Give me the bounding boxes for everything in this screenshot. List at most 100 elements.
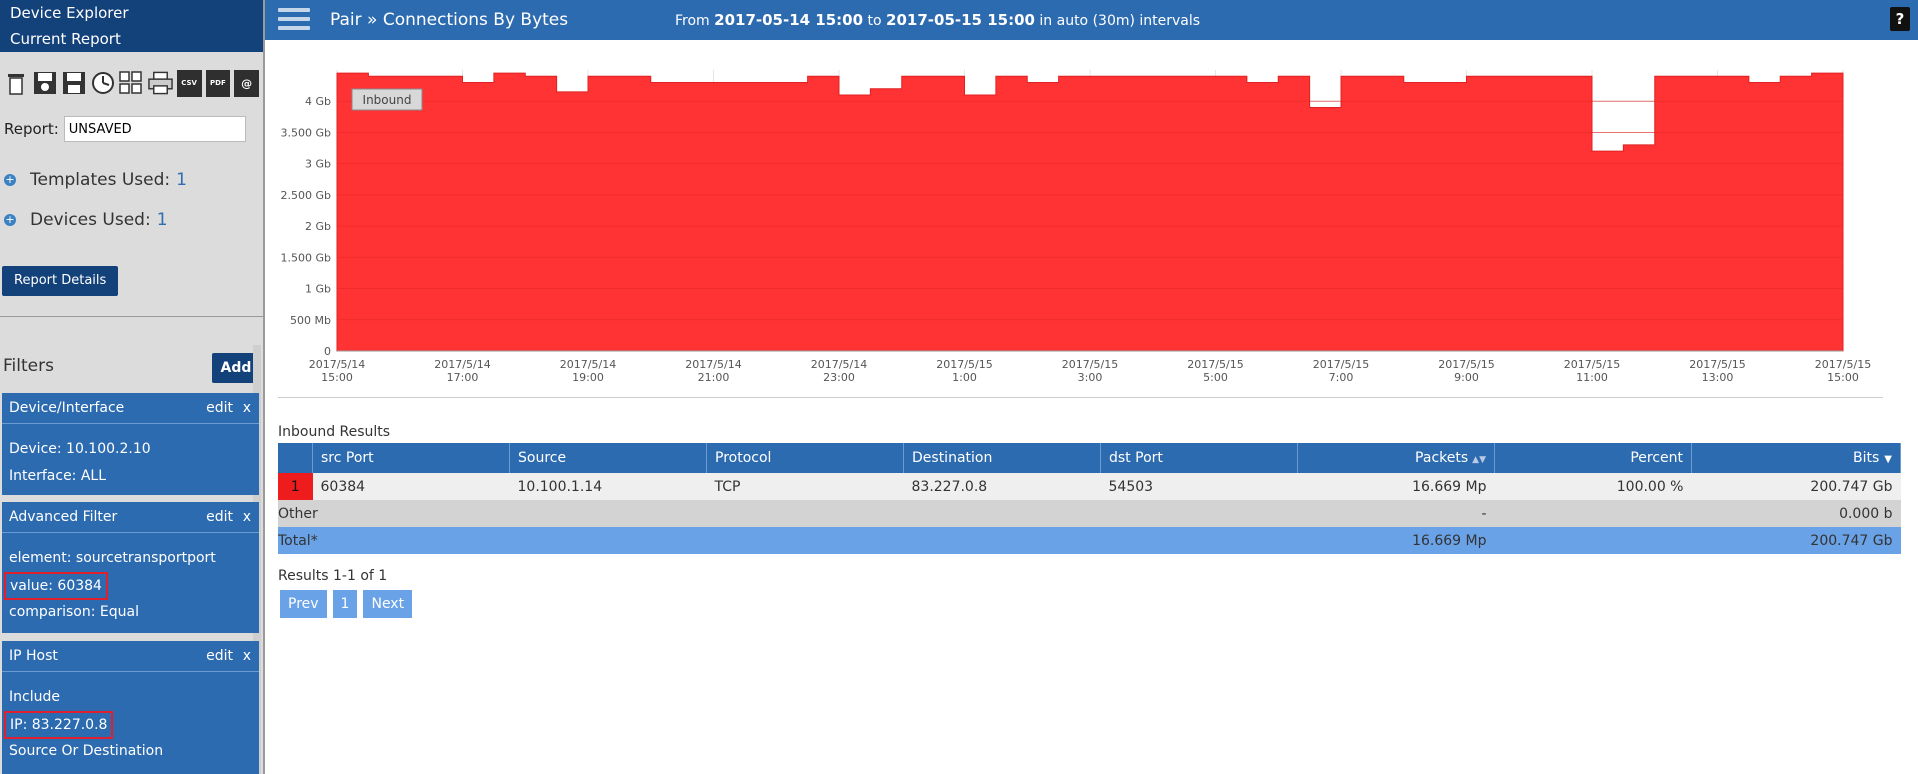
rank-column-header bbox=[278, 443, 313, 473]
main-header: Pair » Connections By Bytes From 2017-05… bbox=[265, 0, 1918, 40]
filter-line: Source Or Destination bbox=[9, 743, 164, 759]
filter-line-highlighted: value: 60384 bbox=[4, 572, 108, 600]
column-header-destination[interactable]: Destination bbox=[903, 443, 1101, 473]
y-tick-label: 2.500 Gb bbox=[281, 189, 332, 202]
other-label: Other bbox=[278, 500, 1298, 527]
column-header-packets[interactable]: Packets ▲▼ bbox=[1297, 443, 1495, 473]
floppy-save-icon[interactable] bbox=[62, 70, 87, 97]
y-tick-label: 500 Mb bbox=[290, 314, 331, 327]
filter-device-interface: Device/Interface edit x Device: 10.100.2… bbox=[2, 393, 259, 495]
filter-remove-button[interactable]: x bbox=[243, 502, 251, 532]
x-tick-label: 5:00 bbox=[1203, 371, 1228, 384]
email-icon[interactable]: @ bbox=[234, 69, 259, 97]
devices-used-row[interactable]: + Devices Used: 1 bbox=[4, 210, 263, 230]
filter-edit-link[interactable]: edit bbox=[206, 393, 233, 423]
other-packets: - bbox=[1297, 500, 1495, 527]
filter-line: Interface: ALL bbox=[9, 468, 107, 484]
cell-protocol[interactable]: TCP bbox=[706, 473, 904, 500]
column-header-bits[interactable]: Bits ▼ bbox=[1691, 443, 1901, 473]
csv-icon[interactable]: CSV bbox=[176, 69, 202, 97]
table-header-row: src Port Source Protocol Destination dst… bbox=[278, 443, 1901, 473]
results-table: src Port Source Protocol Destination dst… bbox=[278, 443, 1901, 554]
report-toolbar: CSV PDF @ bbox=[0, 62, 263, 104]
time-range[interactable]: From 2017-05-14 15:00 to 2017-05-15 15:0… bbox=[675, 0, 1200, 41]
filter-title: Advanced Filter bbox=[9, 509, 118, 525]
y-tick-label: 1 Gb bbox=[305, 283, 331, 296]
inbound-series-area bbox=[336, 72, 1844, 352]
x-tick-label: 2017/5/14 bbox=[685, 358, 741, 371]
next-page-button[interactable]: Next bbox=[363, 590, 413, 618]
x-tick-label: 2017/5/15 bbox=[1438, 358, 1494, 371]
total-packets: 16.669 Mp bbox=[1297, 527, 1495, 554]
report-name-input[interactable]: UNSAVED bbox=[63, 116, 246, 142]
range-from-label: From bbox=[675, 13, 710, 29]
report-details-button[interactable]: Report Details bbox=[2, 266, 119, 296]
prev-page-button[interactable]: Prev bbox=[280, 590, 327, 618]
filter-line: Device: 10.100.2.10 bbox=[9, 441, 151, 457]
x-tick-label: 2017/5/15 bbox=[1187, 358, 1243, 371]
column-header-src-port[interactable]: src Port bbox=[312, 443, 510, 473]
total-bits: 200.747 Gb bbox=[1691, 527, 1901, 554]
row-rank: 1 bbox=[278, 473, 313, 500]
device-explorer-link[interactable]: Device Explorer bbox=[0, 0, 263, 26]
x-tick-label: 15:00 bbox=[321, 371, 353, 384]
x-tick-label: 13:00 bbox=[1702, 371, 1734, 384]
cell-source[interactable]: 10.100.1.14 bbox=[509, 473, 707, 500]
range-interval: in auto (30m) intervals bbox=[1039, 13, 1201, 29]
filter-remove-button[interactable]: x bbox=[243, 393, 251, 423]
filter-header: IP Host edit x bbox=[2, 641, 259, 672]
filter-title: Device/Interface bbox=[9, 400, 125, 416]
devices-used-count[interactable]: 1 bbox=[157, 210, 168, 230]
column-header-protocol[interactable]: Protocol bbox=[706, 443, 904, 473]
x-tick-label: 2017/5/15 bbox=[936, 358, 992, 371]
packets-header-label: Packets bbox=[1415, 450, 1469, 466]
hamburger-menu-icon[interactable] bbox=[278, 8, 310, 32]
cell-src-port[interactable]: 60384 bbox=[312, 473, 510, 500]
cell-destination[interactable]: 83.227.0.8 bbox=[903, 473, 1101, 500]
chart-area: 0 500 Mb 1 Gb 1.500 Gb 2 Gb 2.500 Gb 3 Gb 3.500… bbox=[265, 42, 1918, 402]
help-button[interactable]: ? bbox=[1890, 7, 1910, 31]
templates-used-count[interactable]: 1 bbox=[176, 170, 187, 190]
trash-icon[interactable] bbox=[4, 70, 29, 97]
chart-divider bbox=[278, 397, 1883, 398]
report-name-row: Report: UNSAVED bbox=[0, 116, 263, 142]
filter-remove-button[interactable]: x bbox=[243, 641, 251, 671]
results-title: Inbound Results bbox=[278, 424, 391, 440]
x-tick-label: 11:00 bbox=[1576, 371, 1608, 384]
clock-icon[interactable] bbox=[90, 70, 115, 97]
sort-desc-icon[interactable]: ▼ bbox=[1884, 454, 1892, 465]
filter-edit-link[interactable]: edit bbox=[206, 641, 233, 671]
range-start: 2017-05-14 15:00 bbox=[714, 11, 864, 29]
column-header-percent[interactable]: Percent bbox=[1494, 443, 1692, 473]
filter-edit-link[interactable]: edit bbox=[206, 502, 233, 532]
grid-icon[interactable] bbox=[119, 70, 144, 97]
x-tick-label: 2017/5/14 bbox=[560, 358, 616, 371]
y-tick-label: 3 Gb bbox=[305, 158, 331, 171]
x-tick-label: 2017/5/14 bbox=[434, 358, 490, 371]
filter-advanced: Advanced Filter edit x element: sourcetr… bbox=[2, 502, 259, 633]
printer-icon[interactable] bbox=[147, 70, 173, 97]
report-label: Report: bbox=[4, 120, 59, 138]
current-report-link[interactable]: Current Report bbox=[0, 26, 263, 52]
x-tick-label: 9:00 bbox=[1454, 371, 1479, 384]
y-tick-label: 2 Gb bbox=[305, 220, 331, 233]
pagination: Prev 1 Next bbox=[280, 590, 413, 618]
x-tick-label: 2017/5/15 bbox=[1689, 358, 1745, 371]
x-tick-label: 7:00 bbox=[1329, 371, 1354, 384]
column-header-source[interactable]: Source bbox=[509, 443, 707, 473]
range-to-label: to bbox=[867, 13, 882, 29]
y-tick-label: 4 Gb bbox=[305, 95, 331, 108]
floppy-open-icon[interactable] bbox=[33, 70, 58, 97]
sort-updown-icon[interactable]: ▲▼ bbox=[1472, 455, 1486, 465]
pdf-icon[interactable]: PDF bbox=[205, 69, 231, 97]
other-percent bbox=[1494, 500, 1692, 527]
column-header-dst-port[interactable]: dst Port bbox=[1100, 443, 1298, 473]
x-tick-label: 3:00 bbox=[1078, 371, 1103, 384]
x-tick-label: 2017/5/14 bbox=[309, 358, 365, 371]
expand-plus-icon[interactable]: + bbox=[4, 214, 16, 226]
cell-dst-port[interactable]: 54503 bbox=[1100, 473, 1298, 500]
x-tick-label: 23:00 bbox=[823, 371, 855, 384]
page-1-button[interactable]: 1 bbox=[332, 590, 358, 618]
expand-plus-icon[interactable]: + bbox=[4, 174, 16, 186]
templates-used-row[interactable]: + Templates Used: 1 bbox=[4, 170, 263, 190]
